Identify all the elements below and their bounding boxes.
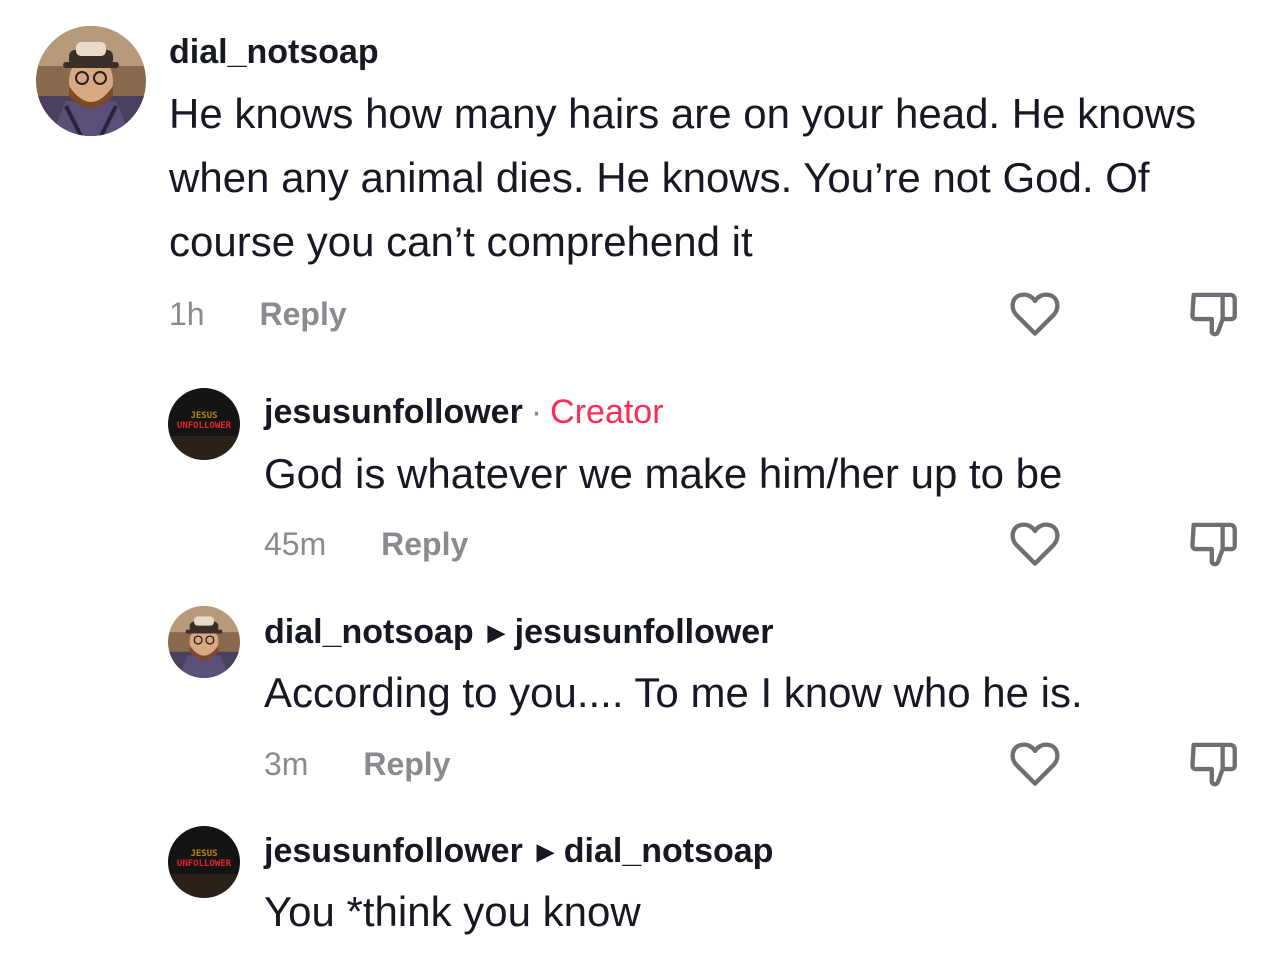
separator-dot: · [530, 393, 543, 431]
comment-time: 45m [264, 526, 327, 562]
heart-outline-icon[interactable] [1006, 734, 1064, 792]
svg-text:JESUS: JESUS [190, 411, 217, 421]
comment-username[interactable]: jesusunfollower ▶ dial_notsoap [264, 831, 773, 875]
comment-username[interactable]: dial_notsoap ▶ jesusunfollower [264, 612, 773, 656]
comment-text: According to you.... To me I know who he… [264, 669, 1083, 716]
avatar[interactable]: JESUS UNFOLLOWER [168, 826, 240, 898]
avatar[interactable] [36, 26, 146, 136]
comment-time: 3m [264, 746, 309, 782]
svg-text:JESUS: JESUS [190, 849, 217, 859]
creator-badge: Creator [550, 393, 664, 431]
reply-arrow-icon: ▶ [487, 620, 505, 645]
comment-meta: 3m Reply [264, 744, 450, 784]
comment-meta: 1h Reply [169, 294, 347, 334]
svg-text:UNFOLLOWER: UNFOLLOWER [177, 421, 232, 431]
comment-text: He knows how many hairs are on your head… [169, 90, 1197, 265]
svg-text:UNFOLLOWER: UNFOLLOWER [177, 859, 232, 869]
comment-username[interactable]: dial_notsoap [169, 32, 379, 72]
comment-username[interactable]: jesusunfollower · Creator [264, 392, 664, 432]
reply-button[interactable]: Reply [363, 746, 450, 782]
heart-outline-icon[interactable] [1006, 284, 1064, 342]
avatar[interactable]: JESUS UNFOLLOWER [168, 388, 240, 460]
reply-to-username[interactable]: jesusunfollower [515, 613, 774, 651]
reply-button[interactable]: Reply [259, 296, 346, 332]
comment-text: You *think you know [264, 888, 641, 935]
heart-outline-icon[interactable] [1006, 514, 1064, 572]
reply-button[interactable]: Reply [381, 526, 468, 562]
thumbs-down-icon[interactable] [1184, 284, 1242, 342]
comment-time: 1h [169, 296, 205, 332]
comment-meta: 45m Reply [264, 524, 468, 564]
thumbs-down-icon[interactable] [1184, 734, 1242, 792]
comment-text: God is whatever we make him/her up to be [264, 450, 1063, 497]
reply-arrow-icon: ▶ [536, 839, 554, 864]
reply-to-username[interactable]: dial_notsoap [564, 832, 774, 870]
avatar[interactable] [168, 606, 240, 678]
thumbs-down-icon[interactable] [1184, 514, 1242, 572]
